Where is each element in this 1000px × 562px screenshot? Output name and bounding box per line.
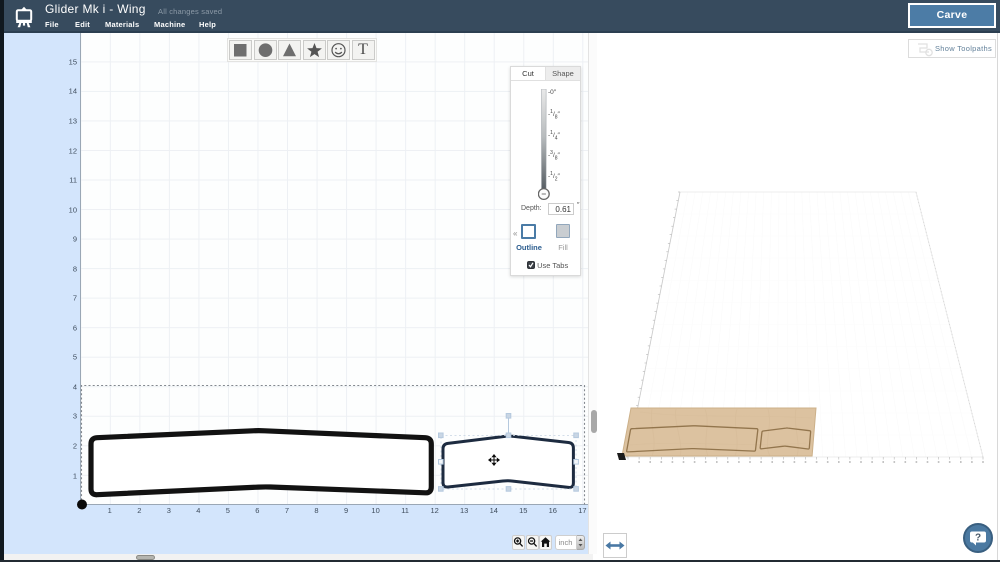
svg-text:?: ? xyxy=(975,533,981,544)
